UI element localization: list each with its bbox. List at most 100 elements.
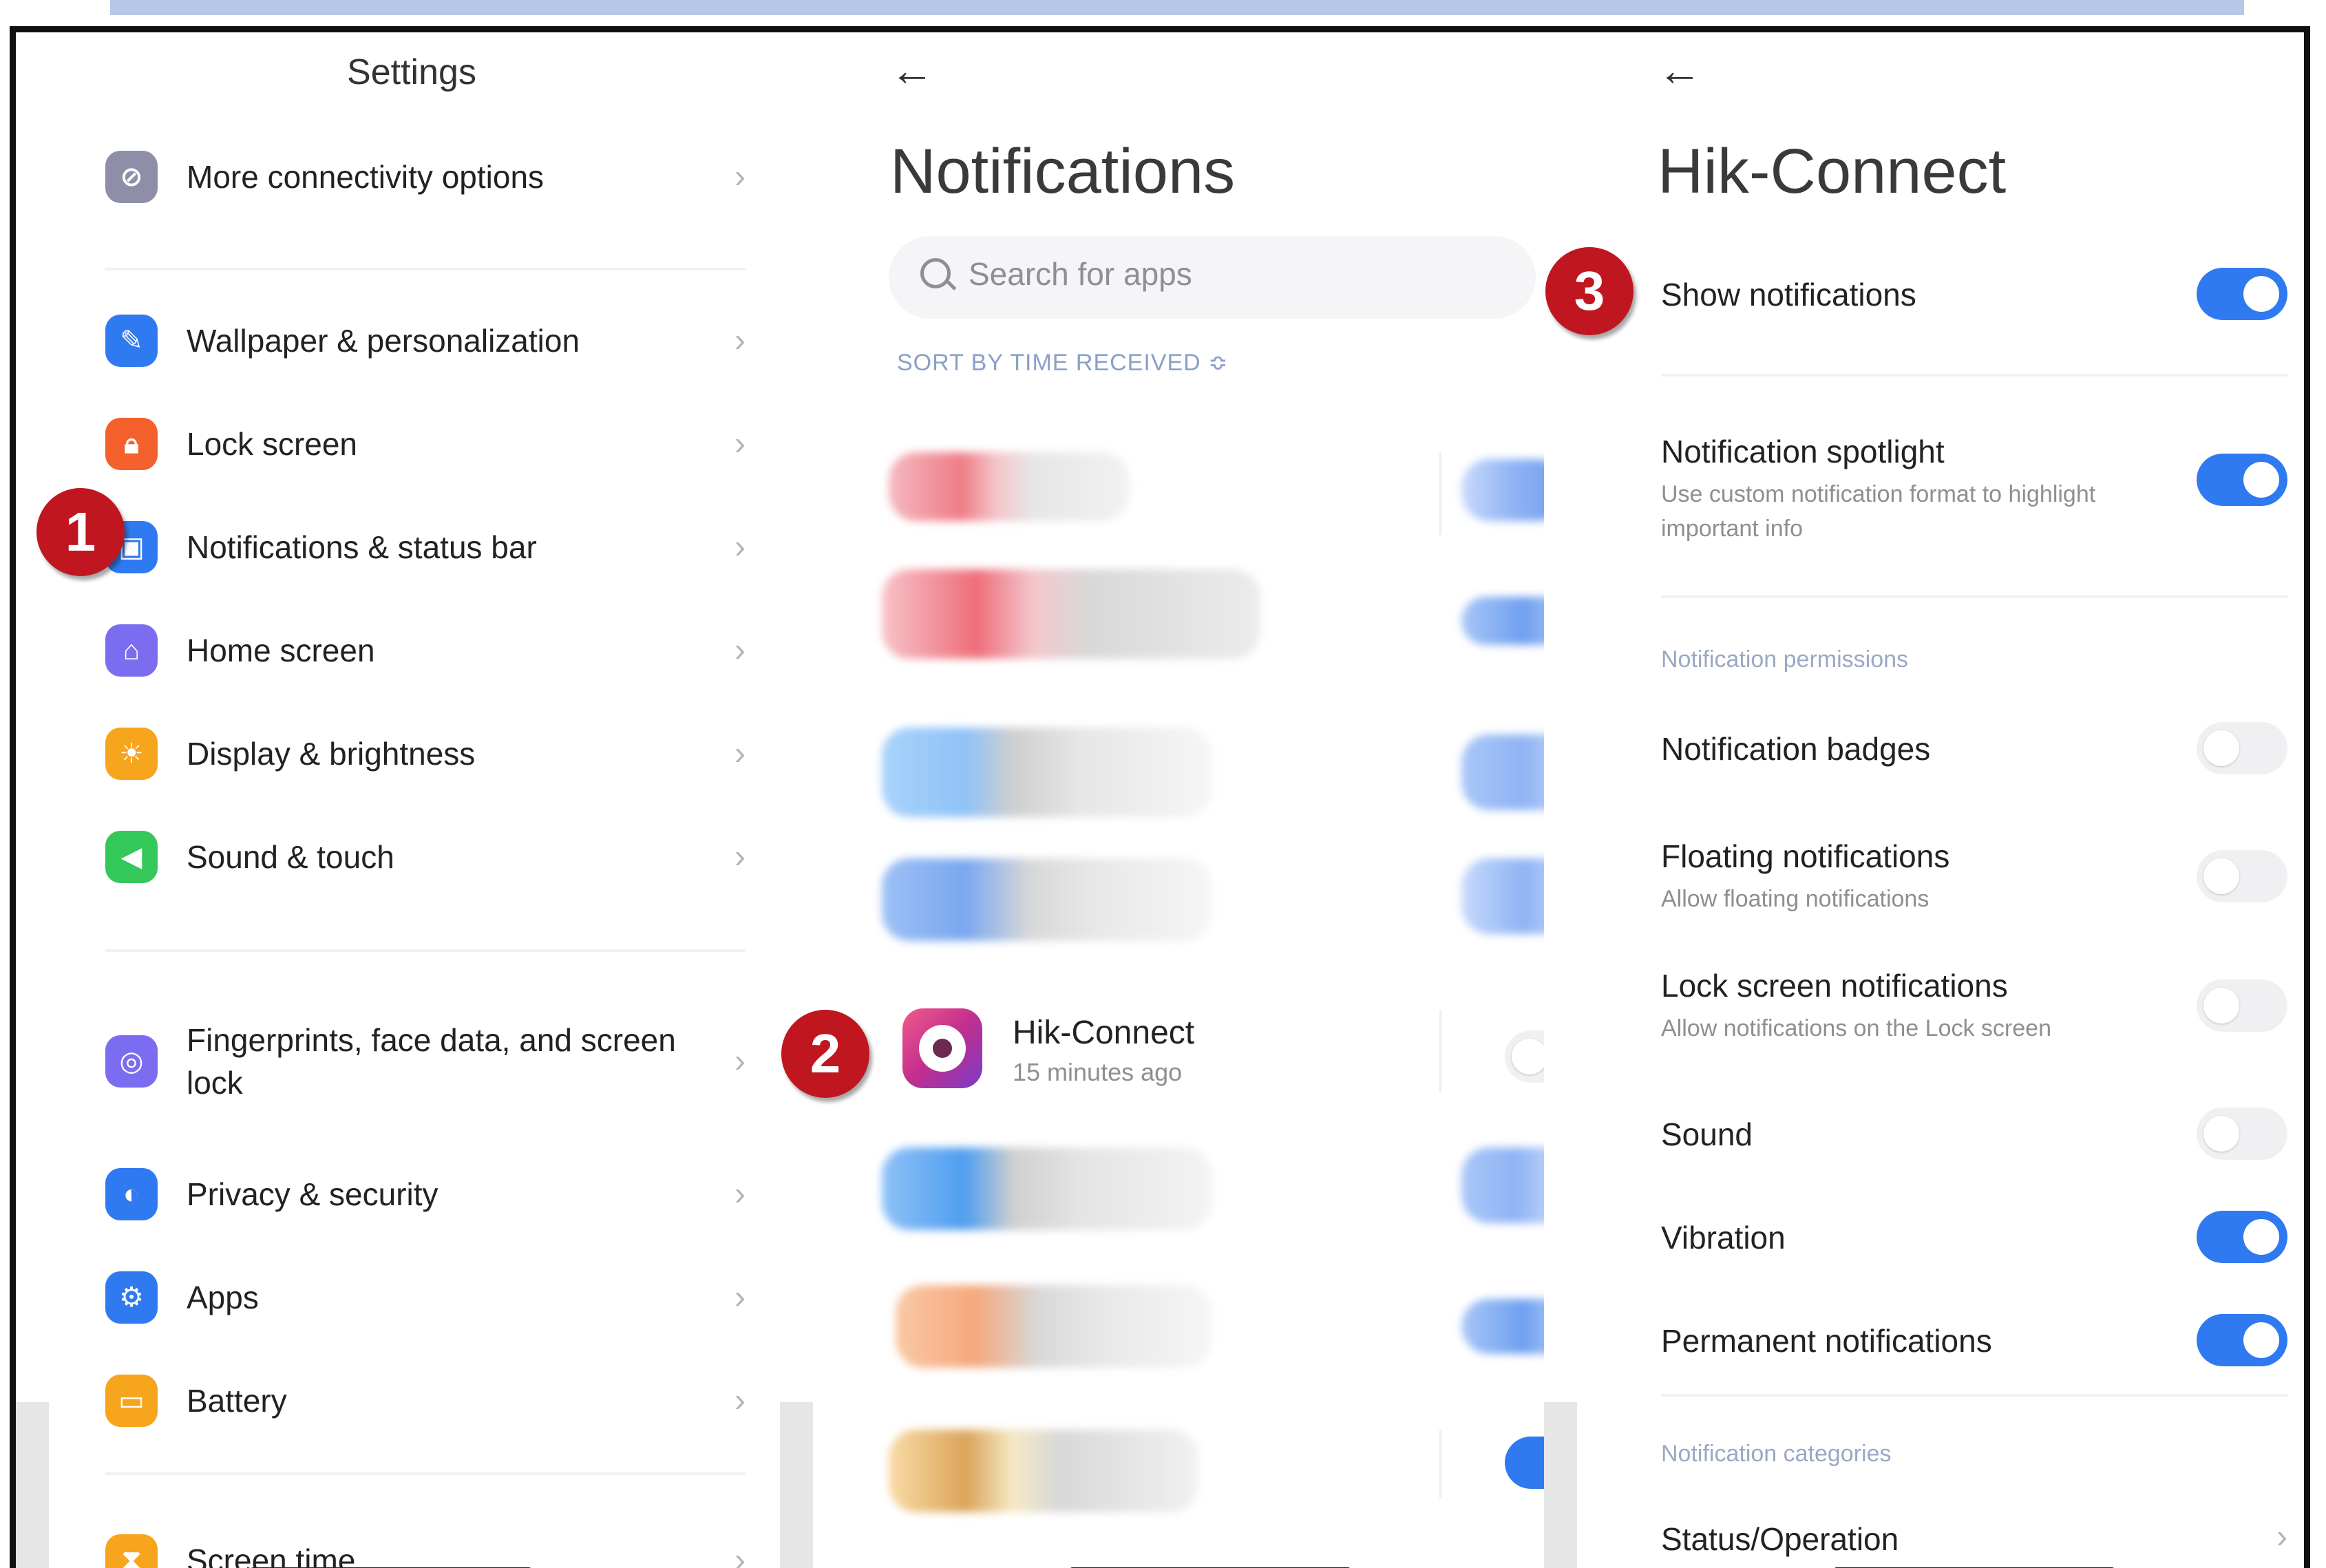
app-name: Hik-Connect — [1013, 1014, 1194, 1052]
blurred-toggle — [1461, 597, 1544, 645]
sound-toggle[interactable] — [2197, 1108, 2287, 1160]
notification-badges-toggle[interactable] — [2197, 722, 2287, 774]
settings-item-home-screen[interactable]: ⌂ Home screen › — [105, 609, 746, 692]
chevron-right-icon: › — [734, 529, 746, 566]
divider — [1439, 452, 1441, 535]
list-item[interactable] — [889, 1416, 1536, 1526]
permanent-notifications-toggle[interactable] — [2197, 1314, 2287, 1366]
section-header-categories: Notification categories — [1661, 1441, 1892, 1468]
settings-item-label: Apps — [187, 1276, 682, 1319]
search-input[interactable]: Search for apps — [889, 236, 1536, 319]
blurred-toggle — [1461, 459, 1544, 521]
settings-item-sound[interactable]: ◀ Sound & touch › — [105, 816, 746, 898]
list-item[interactable] — [889, 1271, 1536, 1381]
list-item[interactable] — [889, 845, 1536, 955]
speaker-icon: ◀ — [105, 831, 158, 883]
back-arrow-icon[interactable]: ← — [890, 45, 934, 96]
divider — [105, 1472, 746, 1475]
settings-item-label: Display & brightness — [187, 732, 682, 775]
settings-item-privacy[interactable]: ◐ Privacy & security › — [105, 1153, 746, 1236]
setting-label: Lock screen notifications — [1661, 967, 2008, 1004]
chevron-right-icon: › — [734, 158, 746, 196]
panel-gutter — [780, 1402, 813, 1568]
hourglass-icon: ⧗ — [105, 1534, 158, 1568]
setting-label: Floating notifications — [1661, 838, 1949, 875]
chevron-right-icon: › — [2276, 1518, 2287, 1556]
blurred-app-entry — [882, 728, 1212, 817]
lock-icon: 🔒︎ — [105, 418, 158, 470]
settings-item-label: Notifications & status bar — [187, 526, 682, 569]
chevron-right-icon: › — [734, 632, 746, 670]
hik-connect-toggle[interactable] — [1505, 1030, 1544, 1083]
chevron-right-icon: › — [734, 1176, 746, 1214]
status-operation-row[interactable]: Status/Operation › — [1661, 1505, 2287, 1568]
settings-item-wallpaper[interactable]: ✎ Wallpaper & personalization › — [105, 299, 746, 382]
page-title: Settings — [16, 52, 780, 93]
blurred-toggle — [1461, 1147, 1544, 1223]
link-icon: ⊘ — [105, 151, 158, 203]
settings-item-label: Home screen — [187, 629, 682, 672]
settings-item-fingerprints[interactable]: ◎ Fingerprints, face data, and screen lo… — [105, 1003, 746, 1120]
screenshot-frame: Settings ⊘ More connectivity options › ✎… — [10, 26, 2310, 1568]
settings-item-label: Fingerprints, face data, and screen lock — [187, 1019, 682, 1104]
setting-label: Vibration — [1661, 1219, 1786, 1256]
app-toggle[interactable] — [1505, 1437, 1544, 1489]
settings-item-screen-time[interactable]: ⧗ Screen time › — [105, 1519, 746, 1568]
shield-icon: ◐ — [105, 1168, 158, 1220]
settings-item-label: More connectivity options — [187, 156, 682, 198]
lock-screen-notifications-row[interactable]: Lock screen notifications Allow notifica… — [1661, 953, 2287, 1057]
settings-item-apps[interactable]: ⚙ Apps › — [105, 1256, 746, 1339]
sort-dropdown[interactable]: SORT BY TIME RECEIVED ≎ — [897, 349, 1229, 377]
hik-connect-app-icon — [902, 1008, 982, 1088]
settings-item-label: Lock screen — [187, 423, 682, 465]
setting-label: Notification badges — [1661, 730, 1930, 767]
app-notification-settings-panel: ← Hik-Connect Show notifications Notific… — [1544, 32, 2308, 1568]
toggle-knob — [1512, 1039, 1544, 1074]
settings-item-battery[interactable]: ▭ Battery › — [105, 1359, 746, 1442]
settings-item-display[interactable]: ☀ Display & brightness › — [105, 712, 746, 795]
panel-gutter — [16, 1402, 49, 1568]
show-notifications-row[interactable]: Show notifications — [1661, 253, 2287, 335]
settings-item-lock-screen[interactable]: 🔒︎ Lock screen › — [105, 403, 746, 485]
settings-item-label: Wallpaper & personalization — [187, 319, 682, 362]
home-icon: ⌂ — [105, 624, 158, 677]
list-item[interactable] — [889, 721, 1536, 831]
settings-item-connectivity[interactable]: ⊘ More connectivity options › — [105, 136, 746, 218]
show-notifications-toggle[interactable] — [2197, 268, 2287, 320]
floating-notifications-toggle[interactable] — [2197, 850, 2287, 902]
setting-label: Notification spotlight — [1661, 433, 1945, 470]
floating-notifications-row[interactable]: Floating notifications Allow floating no… — [1661, 824, 2287, 927]
chevron-right-icon: › — [734, 1043, 746, 1081]
toggle-knob — [2243, 1322, 2279, 1358]
notification-spotlight-toggle[interactable] — [2197, 454, 2287, 506]
lock-screen-notifications-toggle[interactable] — [2197, 979, 2287, 1032]
sound-row[interactable]: Sound — [1661, 1092, 2287, 1175]
list-item-hik-connect[interactable]: Hik-Connect 15 minutes ago — [889, 996, 1536, 1106]
vibration-toggle[interactable] — [2197, 1211, 2287, 1263]
settings-panel: Settings ⊘ More connectivity options › ✎… — [16, 32, 780, 1568]
divider — [105, 268, 746, 271]
step-badge-3: 3 — [1545, 247, 1634, 335]
settings-item-notifications[interactable]: ▣ Notifications & status bar › — [105, 506, 746, 589]
vibration-row[interactable]: Vibration — [1661, 1196, 2287, 1278]
panel-gutter — [1544, 1402, 1577, 1568]
fingerprint-icon: ◎ — [105, 1035, 158, 1088]
list-item[interactable] — [889, 438, 1536, 549]
toggle-knob — [2243, 276, 2279, 312]
notification-spotlight-row[interactable]: Notification spotlight Use custom notifi… — [1661, 418, 2287, 555]
notification-badges-row[interactable]: Notification badges — [1661, 707, 2287, 790]
toggle-knob — [2203, 988, 2239, 1024]
list-item[interactable] — [889, 1141, 1536, 1251]
step-badge-1: 1 — [36, 488, 125, 576]
chevron-right-icon: › — [734, 1382, 746, 1420]
blurred-app-entry — [882, 858, 1212, 941]
permanent-notifications-row[interactable]: Permanent notifications — [1661, 1299, 2287, 1381]
divider — [1661, 374, 2287, 377]
blurred-app-entry — [889, 452, 1130, 521]
divider — [1661, 595, 2287, 598]
chevron-right-icon: › — [734, 322, 746, 360]
list-item[interactable] — [889, 562, 1536, 672]
back-arrow-icon[interactable]: ← — [1658, 45, 1702, 96]
notifications-panel: ← Notifications Search for apps SORT BY … — [780, 32, 1544, 1568]
divider — [1439, 1010, 1441, 1092]
